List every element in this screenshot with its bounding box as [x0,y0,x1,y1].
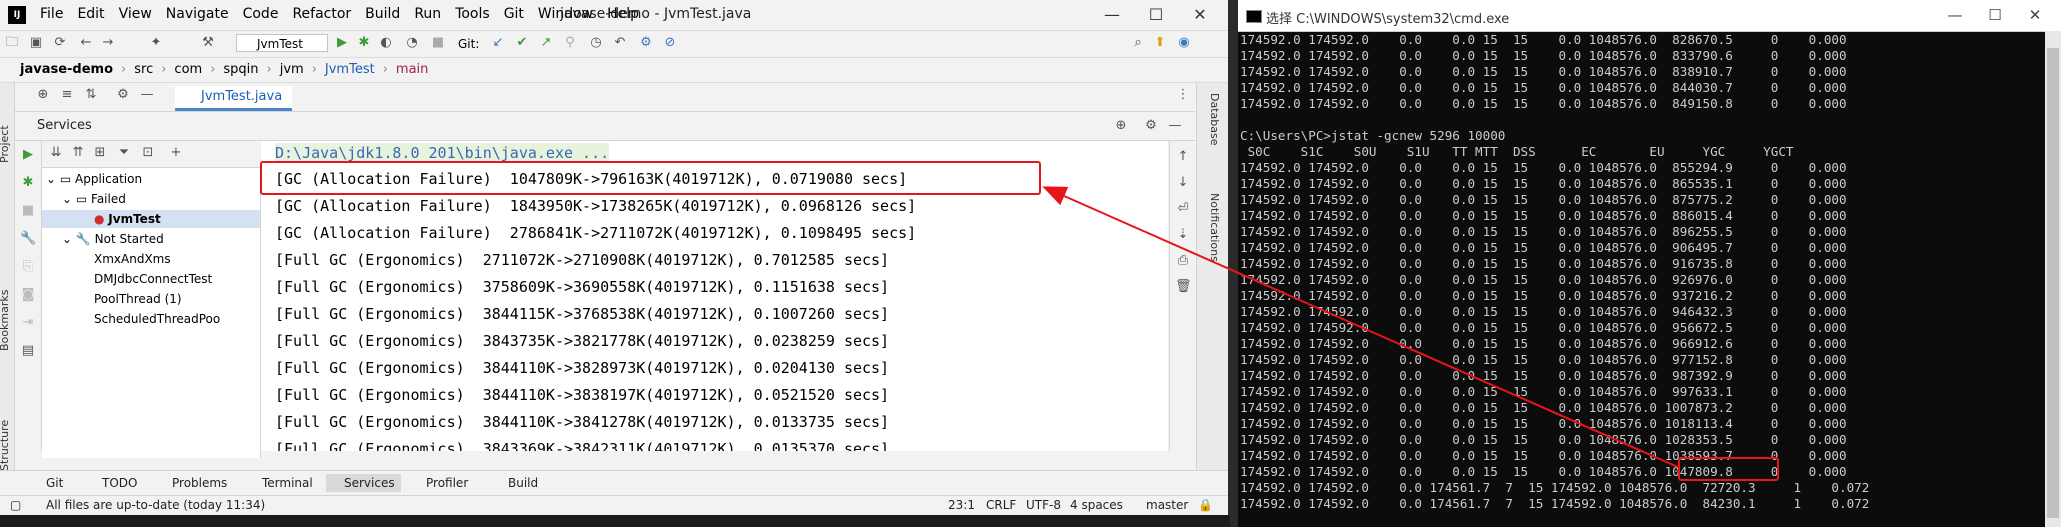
annotation-arrow [1042,186,1681,469]
arrow-line [1042,186,1681,469]
